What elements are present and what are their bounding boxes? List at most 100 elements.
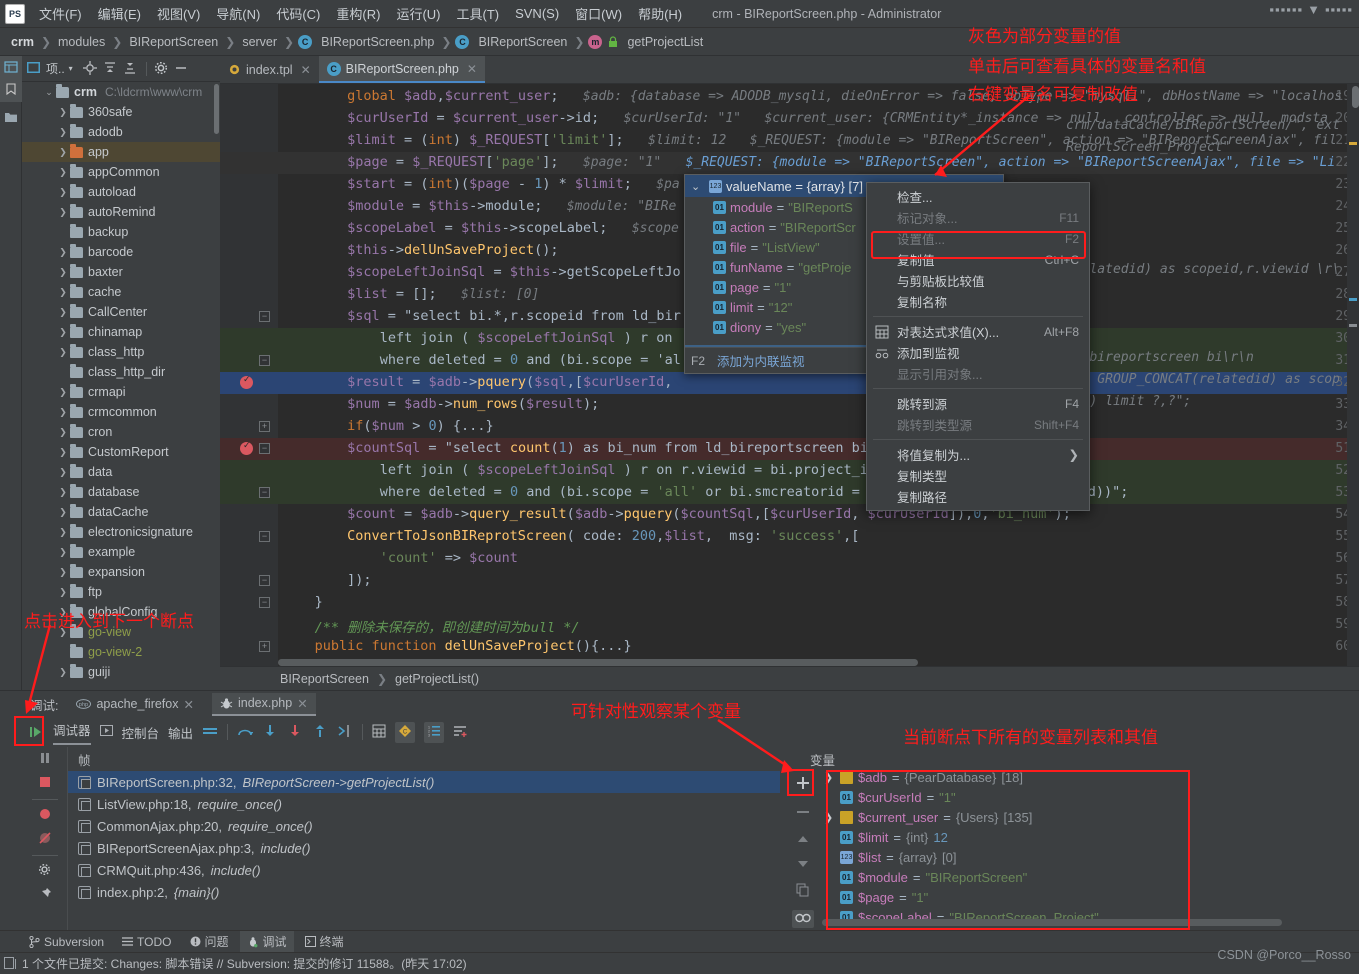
chevron-right-icon[interactable]: ❯ [824,811,833,824]
editor-line[interactable]: 22 $page = $_REQUEST['page']; $page: "1"… [220,152,1359,174]
breadcrumb-segment-crm[interactable]: crm [8,35,37,49]
menu-item-svn[interactable]: SVN(S) [507,3,567,24]
session-tab-index-php[interactable]: index.php ✕ [211,692,316,716]
window-maximize-icon[interactable]: ▼ [1307,2,1321,17]
hide-panel-icon[interactable] [174,61,190,77]
inline-debug-hint[interactable]: $page: "1" [583,155,661,170]
stop-icon[interactable] [38,775,52,792]
code-fold-icon[interactable]: − [259,575,270,586]
editor-marker-column[interactable] [1347,84,1359,666]
tab-index-tpl[interactable]: index.tpl ✕ [220,56,319,83]
editor-line[interactable]: 19 global $adb,$current_user; $adb: {dat… [220,86,1359,108]
bookmarks-tool-icon[interactable] [0,78,22,100]
tree-item-database[interactable]: ❯ database [22,482,220,502]
step-into-icon[interactable] [262,724,278,741]
inline-debug-hint-active[interactable]: $_REQUEST: {module => "BIReportScreen", … [686,155,1336,170]
editor-horizontal-scrollbar[interactable] [278,659,918,666]
editor-line[interactable]: 51 − $countSql = "select count(1) as bi_n… [220,438,1359,460]
force-step-into-icon[interactable] [287,724,303,741]
tree-item-data[interactable]: ❯ data [22,462,220,482]
tree-scrollbar[interactable] [214,84,219,134]
collapse-all-icon[interactable] [123,61,139,77]
tree-item-crmcommon[interactable]: ❯ crmcommon [22,402,220,422]
step-out-icon[interactable] [312,724,328,741]
menu-item-tools[interactable]: 工具(T) [448,1,507,26]
menu-item-help[interactable]: 帮助(H) [630,1,690,26]
tab-console[interactable]: 控制台 [122,723,160,742]
frame-row[interactable]: ListView.php:18, require_once() [68,793,780,815]
expand-all-icon[interactable] [103,61,119,77]
tree-item-cron[interactable]: ❯ cron [22,422,220,442]
inline-debug-hint[interactable]: $limit: 12 $_REQUEST: {module => "BIRepo… [648,133,1337,148]
tree-item-chinamap[interactable]: ❯ chinamap [22,322,220,342]
menu-item-navigate[interactable]: 导航(N) [208,1,268,26]
menu-item-将值复制为[interactable]: 将值复制为... ❯ [867,444,1089,465]
code-fold-icon[interactable]: + [259,421,270,432]
chevron-right-icon[interactable]: ❯ [56,507,70,518]
gear-icon[interactable] [154,61,170,77]
chevron-right-icon[interactable]: ❯ [56,347,70,358]
project-tool-icon[interactable] [0,56,22,78]
chevron-right-icon[interactable]: ❯ [56,207,70,218]
tree-item-callcenter[interactable]: ❯ CallCenter [22,302,220,322]
copy-icon[interactable] [796,883,810,900]
chevron-right-icon[interactable]: ❯ [56,267,70,278]
variable-row[interactable]: 01 $curUserId = "1" [822,787,1359,807]
menu-item-检查[interactable]: 检查... [867,186,1089,207]
menu-item-refactor[interactable]: 重构(R) [328,1,388,26]
tree-item-datacache[interactable]: ❯ dataCache [22,502,220,522]
tree-item-360safe[interactable]: ❯ 360safe [22,102,220,122]
variables-view-toggle[interactable]: 123 [424,721,445,743]
menu-item-window[interactable]: 窗口(W) [567,1,630,26]
chevron-right-icon[interactable]: ❯ [56,187,70,198]
toolwindow-todo[interactable]: TODO [115,933,178,951]
chevron-down-icon[interactable]: ⌄ [691,180,700,193]
run-to-cursor-icon[interactable] [337,724,353,741]
menu-item-run[interactable]: 运行(U) [388,1,448,26]
tab-output[interactable]: 输出 [168,723,193,742]
tree-item-customreport[interactable]: ❯ CustomReport [22,442,220,462]
code-fold-icon[interactable]: − [259,311,270,322]
chevron-right-icon[interactable]: ❯ [56,387,70,398]
tree-item-backup[interactable]: backup [22,222,220,242]
menu-item-与剪贴板比较值[interactable]: 与剪贴板比较值 [867,270,1089,291]
pin-icon[interactable] [38,887,52,904]
close-icon[interactable]: ✕ [297,696,307,711]
tree-root-crm[interactable]: ⌄ crm C:\ldcrm\www\crm [22,82,220,102]
editor-line[interactable]: 59 /** 删除未保存的，即创建时间为bull */ [220,614,1359,636]
chevron-down-icon[interactable]: ▾ [69,64,73,73]
toolwindow-problems[interactable]: 问题 [183,931,236,952]
editor-line[interactable]: 55 − ConvertToJsonBIReprotScreen( code: 2… [220,526,1359,548]
menu-item-view[interactable]: 视图(V) [149,1,208,26]
menu-item-edit[interactable]: 编辑(E) [90,1,149,26]
chevron-right-icon[interactable]: ❯ [56,467,70,478]
editor-line[interactable]: 57 − ]); [220,570,1359,592]
move-up-icon[interactable] [796,833,810,848]
breadcrumb-segment-file[interactable]: BIReportScreen.php [318,35,437,49]
frame-row[interactable]: BIReportScreen.php:32, BIReportScreen->ge… [68,771,780,793]
rail-project-group[interactable] [0,56,22,102]
locate-file-icon[interactable] [82,60,99,77]
menu-item-复制名称[interactable]: 复制名称 [867,291,1089,312]
breadcrumb-segment-method[interactable]: getProjectList [624,35,706,49]
tree-item-class_http_dir[interactable]: class_http_dir [22,362,220,382]
editor-vertical-scrollbar[interactable] [1352,86,1359,108]
frame-row[interactable]: CommonAjax.php:20, require_once() [68,815,780,837]
tab-bireportscreen-php[interactable]: C BIReportScreen.php ✕ [318,56,485,83]
add-watch-button[interactable] [795,775,811,794]
inline-debug-hint[interactable]: $module: "BIRe [567,199,677,214]
chevron-right-icon[interactable]: ❯ [56,667,70,678]
tree-item-expansion[interactable]: ❯ expansion [22,562,220,582]
tree-item-adodb[interactable]: ❯ adodb [22,122,220,142]
window-minimize-icon[interactable]: ▪▪▪▪▪▪ [1269,2,1303,17]
chevron-right-icon[interactable]: ❯ [56,287,70,298]
window-close-icon[interactable]: ▪▪▪▪▪ [1325,2,1353,17]
editor-line[interactable]: 52 left join ( $scopeLeftJoinSql ) r on … [220,460,1359,482]
tree-item-cache[interactable]: ❯ cache [22,282,220,302]
variable-row[interactable]: ❯ $current_user = {Users} [135] [822,807,1359,827]
menu-item-code[interactable]: 代码(C) [268,1,328,26]
variable-row[interactable]: 123 $list = {array} [0] [822,847,1359,867]
folder-rail-icon[interactable] [0,106,22,128]
pause-icon[interactable] [38,751,52,768]
move-down-icon[interactable] [796,858,810,873]
